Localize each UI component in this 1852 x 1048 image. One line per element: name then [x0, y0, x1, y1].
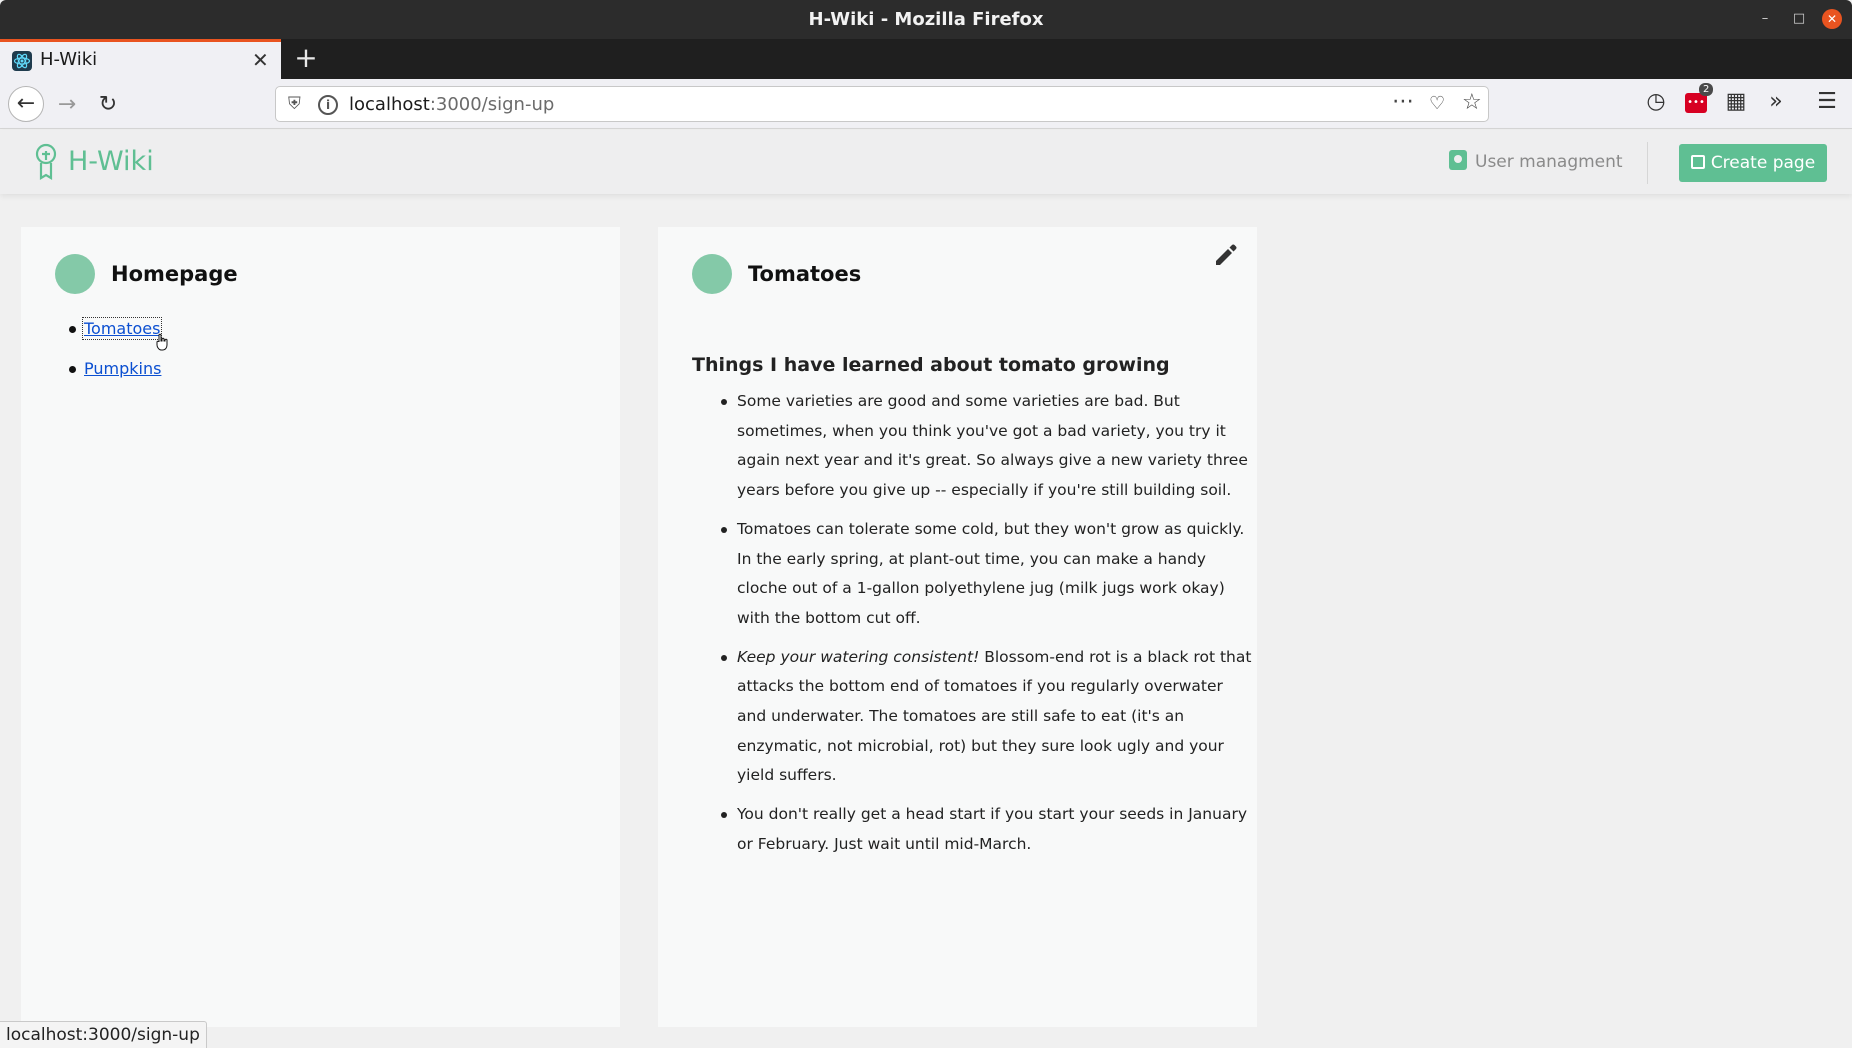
extension-badge: 2 — [1699, 83, 1714, 96]
tomatoes-card: Tomatoes Things I have learned about tom… — [658, 227, 1257, 1027]
user-management-label: User managment — [1475, 152, 1623, 172]
lightbulb-logo-icon — [35, 143, 57, 180]
bullet-text: You don't really get a head start if you… — [737, 805, 1248, 853]
pencil-edit-icon[interactable] — [1212, 241, 1240, 269]
add-page-icon — [1690, 155, 1705, 169]
homepage-card: Homepage Tomatoes Pumpkins — [21, 227, 620, 1027]
bullet-text: Tomatoes can tolerate some cold, but the… — [737, 519, 1245, 627]
page-actions-icon[interactable]: ⋯ — [1392, 89, 1414, 114]
create-page-button[interactable]: Create page — [1679, 144, 1827, 182]
list-item: Keep your watering consistent! Blossom-e… — [721, 643, 1254, 792]
list-item: You don't really get a head start if you… — [721, 800, 1254, 859]
bullet-emphasis: Keep your watering consistent! — [737, 647, 980, 666]
apps-grid-icon[interactable]: ▦ — [1721, 89, 1751, 119]
react-favicon-icon — [12, 51, 32, 71]
content-bullet-list: Some varieties are good and some varieti… — [721, 387, 1254, 869]
tab-close-icon[interactable]: ✕ — [252, 48, 269, 72]
page-link-list: Tomatoes Pumpkins — [68, 317, 163, 399]
hamburger-menu-icon[interactable]: ☰ — [1812, 89, 1842, 119]
page-link-pumpkins[interactable]: Pumpkins — [84, 359, 161, 378]
extension-icon[interactable]: ••• 2 — [1681, 83, 1714, 119]
history-clock-icon[interactable]: ◷ — [1641, 89, 1671, 119]
site-info-icon[interactable]: i — [318, 95, 338, 115]
minimize-icon[interactable]: – — [1755, 9, 1775, 29]
url-text[interactable]: localhost:3000/sign-up — [349, 94, 554, 115]
url-path: :3000/sign-up — [429, 94, 555, 115]
overflow-chevron-icon[interactable]: » — [1761, 89, 1791, 119]
list-item: Tomatoes can tolerate some cold, but the… — [721, 515, 1254, 634]
content-heading: Things I have learned about tomato growi… — [692, 354, 1170, 376]
maximize-icon[interactable]: □ — [1789, 9, 1809, 29]
user-badge-icon — [1449, 150, 1467, 170]
list-item: Tomatoes — [68, 317, 163, 340]
list-item: Some varieties are good and some varieti… — [721, 387, 1254, 506]
list-item: Pumpkins — [68, 359, 161, 380]
mouse-cursor-icon — [156, 333, 168, 351]
navigation-toolbar: ← → ↻ ⛨ i localhost:3000/sign-up ⋯ ♡ ☆ ◷… — [0, 79, 1852, 129]
reload-icon[interactable]: ↻ — [91, 88, 125, 122]
link-status-bar: localhost:3000/sign-up — [0, 1021, 207, 1048]
extension-box: ••• — [1685, 93, 1707, 113]
brand-name: H-Wiki — [68, 146, 154, 177]
tab-strip: H-Wiki ✕ + — [0, 39, 1852, 79]
tab-title: H-Wiki — [40, 49, 98, 70]
user-management-link[interactable]: User managment — [1449, 150, 1623, 172]
tracking-shield-icon[interactable]: ⛨ — [288, 94, 301, 114]
forward-arrow-icon[interactable]: → — [50, 88, 84, 122]
browser-tab[interactable]: H-Wiki ✕ — [0, 39, 281, 79]
back-arrow-icon[interactable]: ← — [8, 86, 44, 122]
create-page-label: Create page — [1710, 153, 1816, 173]
app-header: H-Wiki User managment Create page — [0, 130, 1852, 194]
new-tab-icon[interactable]: + — [290, 42, 322, 74]
page-avatar — [692, 254, 732, 294]
bookmark-star-icon[interactable]: ☆ — [1462, 90, 1482, 115]
window-titlebar: H-Wiki - Mozilla Firefox – □ ✕ — [0, 0, 1852, 39]
header-divider — [1647, 142, 1648, 184]
bullet-text: Blossom-end rot is a black rot that atta… — [737, 647, 1252, 785]
page-avatar — [55, 254, 95, 294]
card-title: Homepage — [111, 262, 238, 286]
card-title: Tomatoes — [748, 262, 862, 286]
url-host: localhost — [349, 94, 430, 115]
window-title: H-Wiki - Mozilla Firefox — [808, 9, 1044, 30]
url-bar[interactable]: ⛨ i localhost:3000/sign-up ⋯ ♡ ☆ — [275, 86, 1489, 122]
bullet-text: Some varieties are good and some varieti… — [737, 392, 1248, 500]
pocket-icon[interactable]: ♡ — [1429, 93, 1445, 114]
close-window-icon[interactable]: ✕ — [1822, 9, 1842, 29]
page-link-tomatoes[interactable]: Tomatoes — [81, 317, 163, 340]
